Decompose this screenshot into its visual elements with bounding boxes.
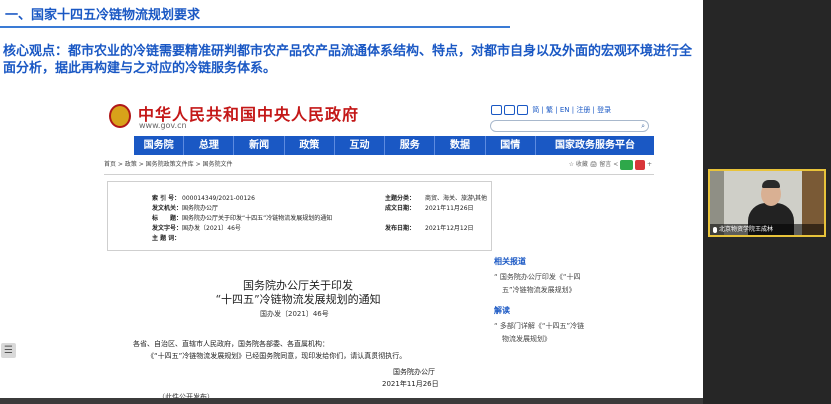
signer: 国务院办公厅 [393,368,435,376]
interpretation-link: “ 多部门详解《“十四五”冷链 [494,322,585,330]
slide-menu-icon[interactable]: ☰ [1,343,16,358]
gov-site-url: www.gov.cn [139,121,187,130]
presentation-slide: 一、国家十四五冷链物流规划要求 核心观点：都市农业的冷链需要精准研判都市农产品农… [0,0,703,404]
bottom-strip [0,398,703,404]
nav-service-platform: 国家政务服务平台 [554,140,635,151]
nav-guoqing: 国情 [486,136,536,155]
meta-left: 索 引 号： 000014349/2021-00126 发文机关：国务院办公厅 标… [152,195,333,242]
nav-zhengce: 政策 [285,136,335,155]
meta-right: 主题分类： 商贸、海关、旅游\其他 成文日期： 2021年11月26日 发布日期： 2… [385,195,488,232]
share-bar: ☆ 收藏 🖨 留言 < + [568,159,652,170]
document-number: 国办发〔2021〕46号 [260,310,329,318]
weibo-share-icon [635,159,646,170]
nav-zongli: 总理 [184,136,235,155]
sign-date: 2021年11月26日 [382,380,439,388]
national-emblem-icon [109,104,131,128]
related-heading: 相关报道 [494,257,526,266]
section-title: 一、国家十四五冷链物流规划要求 [5,8,201,23]
title-underline [0,26,510,28]
video-caption: 北京物资学院王成林 [710,224,824,235]
nav-guowuyuan: 国务院 [134,136,185,155]
mail-icon [491,105,502,115]
search-icon: ⌕ [641,122,645,130]
presenter-hair [762,180,780,188]
weibo-icon [504,105,515,115]
notice-body: 各省、自治区、直辖市人民政府，国务院各部委、各直属机构： 《“十四五”冷链物流发… [133,340,407,360]
breadcrumb: 首页 > 政策 > 国务院政策文件库 > 国务院文件 ☆ 收藏 🖨 留言 < + [104,158,654,175]
nav-hudong: 互动 [335,136,386,155]
notice-title: 国务院办公厅关于印发 “十四五”冷链物流发展规划的通知 [215,279,381,306]
nav-xinwen: 新闻 [234,136,285,155]
wechat-icon [620,159,634,170]
nav-shuju: 数据 [435,136,486,155]
gov-navbar: 国务院 总理 新闻 政策 互动 服务 数据 国情 国家政务服务平台 [134,136,654,155]
gov-toplinks-text: 简 | 繁 | EN | 注册 | 登录 [532,106,612,114]
gov-toplinks: 简 | 繁 | EN | 注册 | 登录 [491,105,611,115]
breadcrumb-text: 首页 > 政策 > 国务院政策文件库 > 国务院文件 [104,161,233,168]
interpretation-heading: 解读 [494,306,510,315]
related-link: “ 国务院办公厅印发《“十四 [494,273,581,281]
share-labels: ☆ 收藏 🖨 留言 < [568,161,619,168]
nav-fuwu: 服务 [385,136,436,155]
gov-search-input: ⌕ [490,120,649,132]
presenter-name: 北京物资学院王成林 [719,226,774,233]
interpretation-link-cont: 物流发展规划》 [502,335,551,343]
mic-icon [713,226,717,233]
presenter-video[interactable]: 北京物资学院王成林 [708,169,826,237]
gov-website-screenshot: 中华人民共和国中央人民政府 www.gov.cn 简 | 繁 | EN | 注册… [98,96,662,404]
related-sidebar: 相关报道 “ 国务院办公厅印发《“十四 五”冷链物流发展规划》 解读 “ 多部门… [494,256,654,376]
core-point-text: 核心观点：都市农业的冷链需要精准研判都市农产品农产品流通体系结构、特点，对都市自… [3,44,693,76]
related-link-cont: 五”冷链物流发展规划》 [502,286,576,294]
mobile-icon [517,105,528,115]
